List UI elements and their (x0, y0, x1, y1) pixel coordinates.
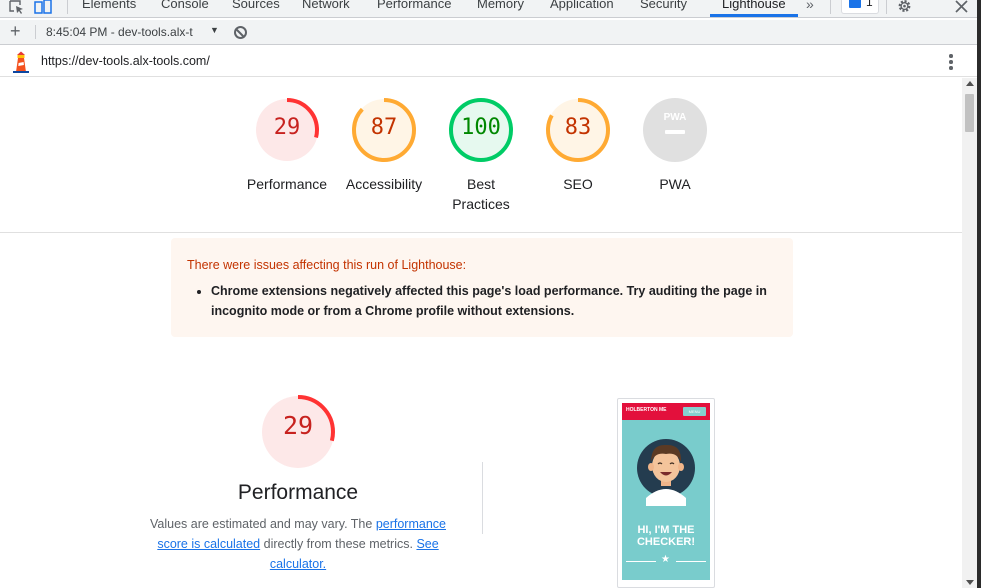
toolbar-separator (35, 25, 36, 39)
devtools-tab-bar: Elements Console Sources Network Perform… (0, 0, 981, 18)
gauge-best-practices[interactable]: 100 Best Practices (431, 97, 531, 214)
warning-title: There were issues affecting this run of … (187, 258, 467, 272)
lighthouse-report: 29 Performance 87 Accessibility 100 Best… (0, 78, 962, 588)
gauge-accessibility[interactable]: 87 Accessibility (334, 97, 434, 194)
tab-network[interactable]: Network (302, 0, 350, 11)
report-selector[interactable]: 8:45:04 PM - dev-tools.alx-t (46, 25, 193, 39)
clear-reports-icon[interactable] (234, 26, 247, 39)
gauge-label: Accessibility (345, 176, 423, 192)
inspect-element-icon[interactable] (9, 0, 25, 14)
gauge-pwa[interactable]: PWA PWA (625, 97, 725, 194)
divider-line (626, 561, 656, 562)
report-url: https://dev-tools.alx-tools.com/ (41, 54, 210, 68)
vertical-divider (482, 462, 483, 534)
gauge-performance[interactable]: 29 Performance (237, 97, 337, 194)
lighthouse-logo-icon (13, 51, 29, 73)
screenshot-header: HOLBERTON ME MENU (622, 403, 710, 420)
gauge-score: 87 (370, 115, 398, 140)
star-icon: ★ (661, 554, 670, 565)
performance-score: 29 (282, 411, 314, 440)
tab-security[interactable]: Security (640, 0, 687, 11)
tab-separator (830, 0, 831, 14)
device-toolbar-icon[interactable] (34, 0, 52, 14)
tab-elements[interactable]: Elements (82, 0, 136, 11)
performance-gauge: 29 (260, 394, 336, 475)
new-report-button[interactable]: + (10, 22, 21, 40)
gauge-score: 29 (273, 115, 301, 140)
gauge-label: Performance (246, 176, 328, 192)
pwa-badge-text: PWA (664, 112, 687, 123)
scroll-down-icon[interactable] (966, 580, 974, 585)
tab-separator (886, 0, 887, 14)
report-scrollbar[interactable] (962, 78, 977, 588)
runtime-warning-box: There were issues affecting this run of … (171, 238, 793, 337)
tab-application[interactable]: Application (550, 0, 614, 11)
performance-title: Performance (237, 481, 359, 504)
scrollbar-thumb[interactable] (965, 94, 974, 132)
tab-lighthouse[interactable]: Lighthouse (722, 0, 786, 11)
final-screenshot[interactable]: HOLBERTON ME MENU HI, I'M THE CHECKER! ★ (617, 398, 715, 588)
screenshot-hero: HI, I'M THE CHECKER! ★ (622, 420, 710, 580)
gauge-label: SEO (563, 176, 593, 192)
headline-line: CHECKER! (636, 536, 696, 548)
gauge-score: 83 (564, 115, 592, 140)
warning-list: Chrome extensions negatively affected th… (211, 281, 771, 321)
tab-memory[interactable]: Memory (477, 0, 524, 11)
lighthouse-toolbar: + 8:45:04 PM - dev-tools.alx-t ▼ (0, 20, 977, 45)
report-dropdown-caret-icon[interactable]: ▼ (210, 25, 219, 35)
report-url-bar: https://dev-tools.alx-tools.com/ (0, 46, 977, 77)
screenshot-brand: HOLBERTON ME (626, 407, 667, 413)
performance-description: Values are estimated and may vary. The p… (138, 514, 458, 574)
more-tabs-chevron-icon[interactable]: » (806, 0, 814, 12)
gauge-score: 100 (461, 115, 501, 140)
gauge-seo[interactable]: 83 SEO (528, 97, 628, 194)
settings-gear-icon[interactable] (897, 0, 912, 14)
screenshot-headline: HI, I'M THE CHECKER! (622, 524, 710, 548)
desc-text: directly from these metrics. (260, 537, 417, 551)
gauge-label: PWA (659, 176, 691, 192)
issues-button[interactable]: 1 (841, 0, 879, 14)
scroll-up-icon[interactable] (966, 81, 974, 86)
tab-console[interactable]: Console (161, 0, 209, 11)
tab-sources[interactable]: Sources (232, 0, 280, 11)
pwa-badge-icon: PWA (643, 98, 707, 162)
warning-item: Chrome extensions negatively affected th… (211, 281, 771, 321)
divider-line (676, 561, 706, 562)
gauge-label: Best Practices (452, 176, 510, 212)
performance-category: 29 Performance Values are estimated and … (0, 378, 962, 588)
tab-performance[interactable]: Performance (377, 0, 451, 11)
tab-separator (67, 0, 68, 14)
desc-text: Values are estimated and may vary. The (150, 517, 376, 531)
screenshot-menu: MENU (683, 407, 706, 416)
issues-count: 1 (866, 0, 873, 9)
active-tab-indicator (710, 14, 798, 17)
issues-icon (849, 0, 861, 8)
headline-line: HI, I'M THE (637, 524, 695, 536)
close-devtools-icon[interactable] (955, 0, 968, 14)
window-edge (977, 0, 981, 588)
avatar-illustration (637, 439, 695, 506)
score-gauges: 29 Performance 87 Accessibility 100 Best… (0, 78, 962, 233)
report-menu-kebab-icon[interactable] (949, 54, 953, 72)
